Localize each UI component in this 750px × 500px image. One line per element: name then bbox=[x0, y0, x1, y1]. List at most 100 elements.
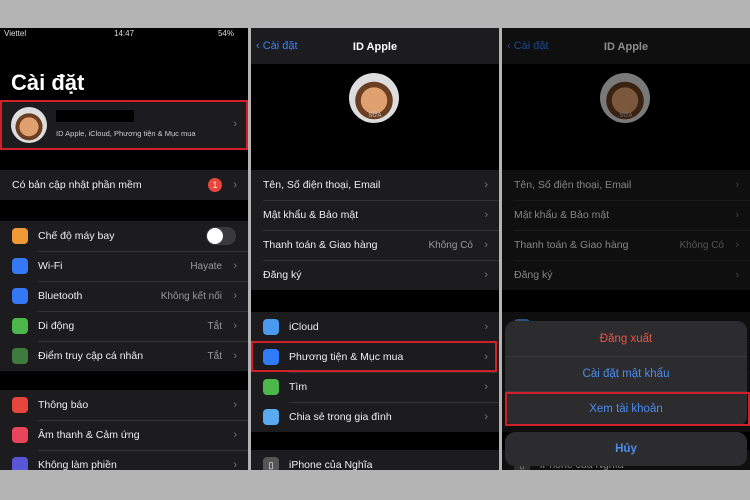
chevron-right-icon: › bbox=[233, 350, 237, 362]
service-row[interactable]: iCloud › bbox=[251, 312, 499, 342]
bluetooth-icon bbox=[12, 288, 28, 304]
chevron-right-icon: › bbox=[484, 411, 488, 423]
sound-icon bbox=[12, 427, 28, 443]
icloud-icon bbox=[263, 319, 279, 335]
row-label: iPhone của Nghĩa bbox=[289, 459, 373, 470]
chevron-right-icon: › bbox=[484, 269, 488, 281]
row-label: Tên, Số điện thoại, Email bbox=[514, 179, 632, 191]
row-value: Hayate bbox=[190, 260, 222, 272]
row-label: Tên, Số điện thoại, Email bbox=[263, 179, 381, 191]
row-value: Tắt bbox=[207, 350, 222, 362]
highlight-box bbox=[505, 392, 750, 426]
account-row[interactable]: Mật khẩu & Bảo mật › bbox=[251, 200, 499, 230]
row-value: Không kết nối bbox=[160, 290, 222, 302]
carrier: Viettel bbox=[4, 29, 27, 38]
row-label: Mật khẩu & Bảo mật bbox=[263, 209, 359, 221]
settings-row[interactable]: Chế độ máy bay bbox=[0, 221, 248, 251]
chevron-right-icon: › bbox=[233, 399, 237, 411]
row-value: Không Có bbox=[679, 239, 724, 251]
edit-label[interactable]: SỬA bbox=[502, 113, 750, 119]
chevron-right-icon: › bbox=[735, 209, 739, 221]
row-label: Thanh toán & Giao hàng bbox=[263, 239, 378, 251]
update-group: Có bản cập nhật phần mềm 1 › bbox=[0, 170, 248, 200]
row-label: Mật khẩu & Bảo mật bbox=[514, 209, 610, 221]
row-label: Điểm truy cập cá nhân bbox=[38, 350, 144, 362]
row-label: Đăng ký bbox=[263, 269, 302, 281]
chevron-right-icon: › bbox=[484, 209, 488, 221]
account-row[interactable]: Đăng ký › bbox=[251, 260, 499, 290]
page-title: Cài đặt bbox=[11, 70, 85, 95]
account-row[interactable]: Tên, Số điện thoại, Email › bbox=[502, 170, 750, 200]
account-row[interactable]: Đăng ký › bbox=[502, 260, 750, 290]
cellular-icon bbox=[12, 318, 28, 334]
edit-label[interactable]: SỬA bbox=[251, 113, 499, 119]
time: 14:47 bbox=[114, 29, 135, 38]
row-label: Wi-Fi bbox=[38, 260, 63, 272]
cancel-button[interactable]: Hủy bbox=[505, 432, 747, 466]
software-update-row[interactable]: Có bản cập nhật phần mềm 1 › bbox=[0, 170, 248, 200]
account-group: Tên, Số điện thoại, Email › Mật khẩu & Bảo… bbox=[502, 170, 750, 290]
chevron-right-icon: › bbox=[735, 239, 739, 251]
settings-row[interactable]: Wi-Fi Hayate › bbox=[0, 251, 248, 281]
settings-row[interactable]: Di động Tắt › bbox=[0, 311, 248, 341]
chevron-right-icon: › bbox=[233, 320, 237, 332]
password-settings-button[interactable]: Cài đặt mật khẩu bbox=[505, 356, 747, 391]
settings-row[interactable]: Thông báo › bbox=[0, 390, 248, 420]
chevron-right-icon: › bbox=[233, 179, 237, 191]
chevron-right-icon: › bbox=[233, 290, 237, 302]
row-label: Có bản cập nhật phần mềm bbox=[12, 179, 142, 191]
nav-bar: ‹ Cài đặt ID Apple bbox=[251, 28, 499, 64]
find-my-icon bbox=[263, 379, 279, 395]
settings-row[interactable]: Âm thanh & Cảm ứng › bbox=[0, 420, 248, 450]
chevron-right-icon: › bbox=[233, 260, 237, 272]
account-row[interactable]: Thanh toán & Giao hàng Không Có › bbox=[251, 230, 499, 260]
settings-row[interactable]: Bluetooth Không kết nối › bbox=[0, 281, 248, 311]
nav-title: ID Apple bbox=[603, 41, 649, 53]
row-label: Đăng ký bbox=[514, 269, 553, 281]
chevron-right-icon: › bbox=[233, 459, 237, 470]
settings-row[interactable]: Không làm phiền › bbox=[0, 450, 248, 470]
highlight-box bbox=[0, 100, 248, 150]
chevron-right-icon: › bbox=[484, 179, 488, 191]
row-value: Tắt bbox=[207, 320, 222, 332]
account-row[interactable]: Tên, Số điện thoại, Email › bbox=[251, 170, 499, 200]
chevron-right-icon: › bbox=[735, 179, 739, 191]
services-group: iCloud›Phương tiện & Mục mua›Tìm›Chia sẻ… bbox=[251, 312, 499, 432]
service-row[interactable]: Tìm › bbox=[251, 372, 499, 402]
chevron-right-icon: › bbox=[233, 429, 237, 441]
settings-panel: Viettel 14:47 54% Cài đặt ID Apple, iClo… bbox=[0, 28, 248, 470]
account-group: Tên, Số điện thoại, Email › Mật khẩu & Bảo… bbox=[251, 170, 499, 290]
row-value: Không Có bbox=[428, 239, 473, 251]
row-label: Chế độ máy bay bbox=[38, 230, 115, 242]
notifications-icon bbox=[12, 397, 28, 413]
battery: 54% bbox=[217, 29, 234, 38]
highlight-box bbox=[251, 341, 497, 372]
nav-bar: ‹ Cài đặt ID Apple bbox=[502, 28, 750, 64]
row-label: Không làm phiền bbox=[38, 459, 117, 470]
notifications-group: Thông báo › Âm thanh & Cảm ứng › Không làm p… bbox=[0, 390, 248, 470]
airplane-icon bbox=[12, 228, 28, 244]
sign-out-button[interactable]: Đăng xuất bbox=[505, 321, 747, 356]
apple-id-panel-with-sheet: ‹ Cài đặt ID Apple SỬA Tên, Số điện thoạ… bbox=[502, 28, 750, 470]
nav-title: ID Apple bbox=[352, 41, 398, 53]
device-group: ▯ iPhone của Nghĩa bbox=[251, 450, 499, 470]
iphone-icon: ▯ bbox=[263, 457, 279, 470]
row-label: Di động bbox=[38, 320, 75, 332]
badge: 1 bbox=[208, 178, 222, 192]
account-row[interactable]: Thanh toán & Giao hàng Không Có › bbox=[502, 230, 750, 260]
chevron-right-icon: › bbox=[484, 239, 488, 251]
chevron-right-icon: › bbox=[735, 269, 739, 281]
row-label: Âm thanh & Cảm ứng bbox=[38, 429, 140, 441]
row-label: Chia sẻ trong gia đình bbox=[289, 411, 392, 423]
hotspot-icon bbox=[12, 348, 28, 364]
settings-row[interactable]: Điểm truy cập cá nhân Tắt › bbox=[0, 341, 248, 371]
airplane-mode-toggle[interactable] bbox=[206, 227, 236, 245]
status-bar: Viettel 14:47 54% bbox=[0, 28, 248, 40]
family-icon bbox=[263, 409, 279, 425]
moon-icon bbox=[12, 457, 28, 470]
account-row[interactable]: Mật khẩu & Bảo mật › bbox=[502, 200, 750, 230]
service-row[interactable]: Chia sẻ trong gia đình › bbox=[251, 402, 499, 432]
wifi-icon bbox=[12, 258, 28, 274]
row-label: Tìm bbox=[289, 381, 308, 393]
device-row[interactable]: ▯ iPhone của Nghĩa bbox=[251, 450, 499, 470]
